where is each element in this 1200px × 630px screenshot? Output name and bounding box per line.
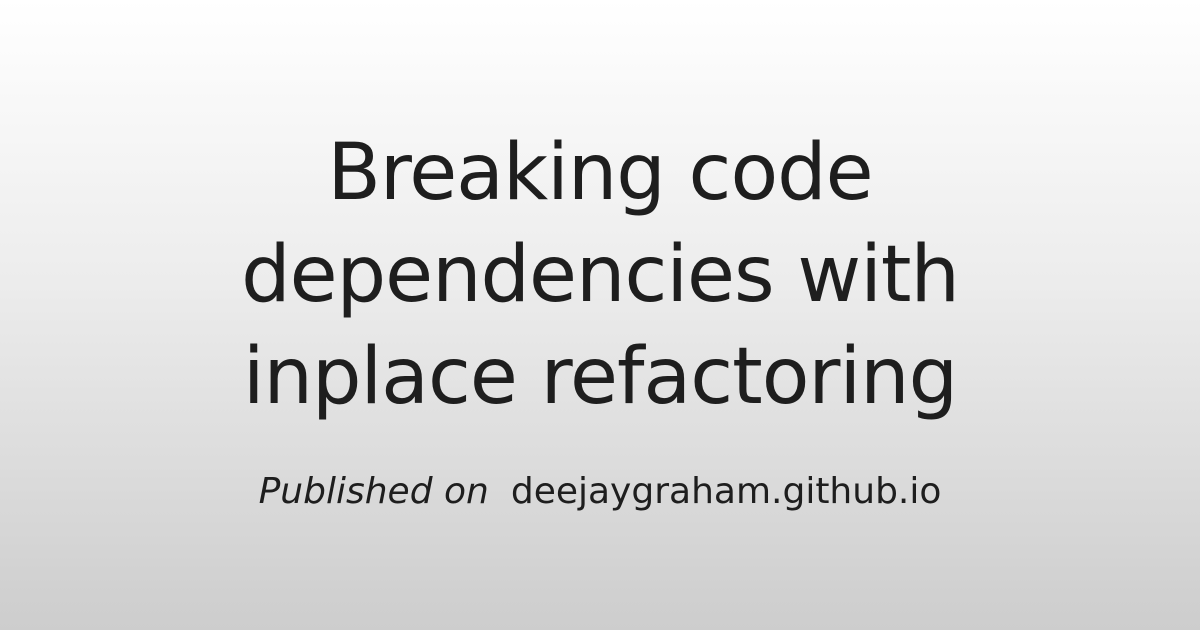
site-name: deejaygraham.github.io	[510, 471, 942, 512]
byline: Published on deejaygraham.github.io	[259, 470, 942, 514]
byline-prefix: Published on	[258, 471, 489, 512]
post-title: Breaking code dependencies with inplace …	[241, 128, 960, 422]
social-preview-card: Breaking code dependencies with inplace …	[0, 0, 1200, 630]
